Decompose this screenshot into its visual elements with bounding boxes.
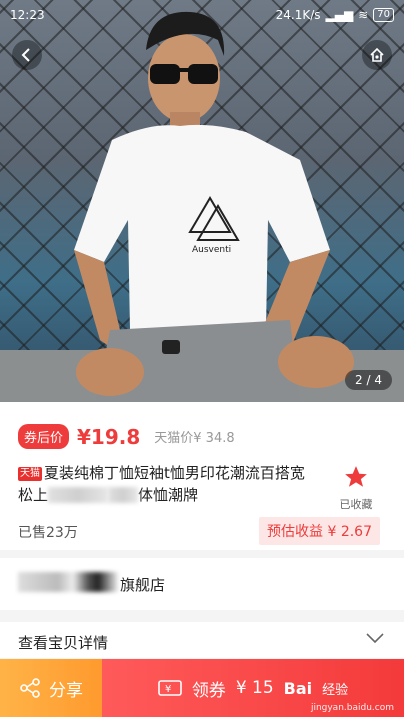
estimated-earning: 预估收益 ¥ 2.67 (259, 517, 380, 545)
sold-count: 已售23万 (18, 525, 78, 541)
image-pager: 2 / 4 (345, 370, 392, 390)
coupon-price: ¥19.8 (77, 424, 141, 449)
baidu-watermark-brand: Bai (283, 678, 313, 698)
signal-icon: ▂▄▆ (325, 8, 354, 22)
svg-text:¥: ¥ (165, 684, 171, 695)
product-image-carousel[interactable]: Ausventi 12:23 24.1K/s ▂▄▆ ≋ 70 2 / 4 (0, 0, 404, 402)
blurred-shop-name (18, 572, 118, 592)
shop-name: 旗舰店 (120, 576, 166, 594)
product-title-part2: 松上 (18, 486, 49, 504)
product-title-part1: 夏装纯棉丁恤短袖t恤男印花潮流百搭宽 (44, 464, 305, 482)
blurred-text (108, 487, 139, 503)
status-bar: 12:23 24.1K/s ▂▄▆ ≋ 70 (10, 6, 394, 24)
home-button[interactable] (362, 40, 392, 70)
share-icon (20, 678, 40, 698)
coupon-amount: ¥ 15 (235, 678, 274, 698)
coupon-price-badge: 券后价 (18, 424, 70, 449)
tmall-price: 天猫价¥ 34.8 (154, 431, 235, 446)
shirt-brand-text: Ausventi (192, 245, 231, 255)
tmall-tag: 天猫 (18, 467, 42, 481)
coupon-label: 领券 (191, 680, 226, 701)
star-icon (345, 466, 367, 487)
back-button[interactable] (12, 40, 42, 70)
blurred-text (48, 487, 109, 503)
baidu-watermark-text: 经验 (322, 682, 349, 698)
shop-row[interactable]: 旗舰店 (0, 558, 404, 610)
share-button[interactable]: 分享 (0, 659, 102, 717)
chevron-left-icon (21, 48, 30, 62)
product-title: 天猫 夏装纯棉丁恤短袖t恤男印花潮流百搭宽 松上 体恤潮牌 (18, 462, 323, 506)
battery-icon: 70 (373, 8, 394, 22)
wifi-icon: ≋ (358, 8, 369, 22)
model-photo: Ausventi (74, 11, 354, 402)
product-title-part3: 体恤潮牌 (138, 486, 199, 504)
status-indicators: 24.1K/s ▂▄▆ ≋ 70 (276, 8, 394, 22)
price-row: 券后价 ¥19.8 天猫价¥ 34.8 (18, 424, 235, 449)
favorite-label: 已收藏 (339, 498, 373, 511)
coupon-icon: ¥ (158, 680, 182, 696)
network-speed: 24.1K/s (275, 8, 321, 22)
product-info-card: 券后价 ¥19.8 天猫价¥ 34.8 天猫 夏装纯棉丁恤短袖t恤男印花潮流百搭宽… (0, 402, 404, 550)
view-details-label: 查看宝贝详情 (18, 634, 109, 652)
watermark-url: jingyan.baidu.com (310, 703, 394, 713)
share-label: 分享 (49, 680, 83, 701)
chevron-down-icon (366, 633, 384, 644)
bottom-action-bar: 分享 ¥ 领券 ¥ 15 Bai 经验 jingyan.baidu.com (0, 659, 404, 717)
status-time: 12:23 (10, 8, 45, 22)
view-details-row[interactable]: 查看宝贝详情 (0, 622, 404, 658)
favorite-button[interactable]: 已收藏 (332, 464, 380, 512)
product-page: Ausventi 12:23 24.1K/s ▂▄▆ ≋ 70 2 / 4 券后… (0, 0, 404, 717)
home-icon (370, 47, 384, 62)
